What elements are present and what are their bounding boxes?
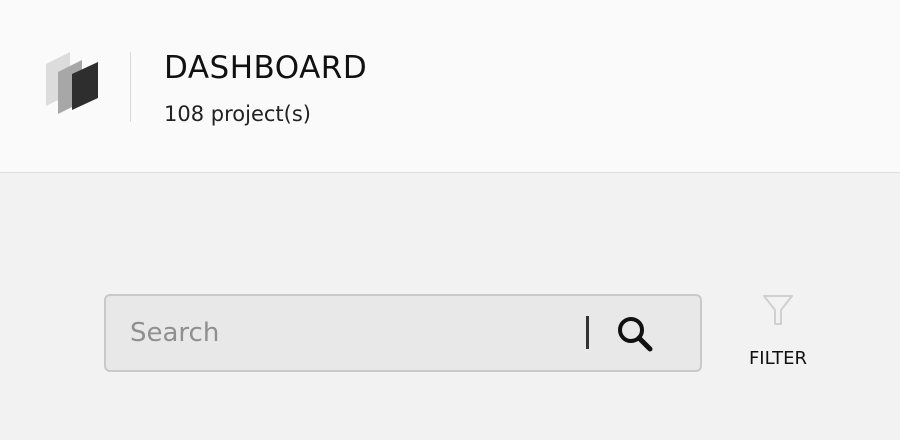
header-divider bbox=[130, 52, 131, 122]
search-icon bbox=[618, 317, 653, 352]
project-count: 108 project(s) bbox=[164, 102, 311, 126]
app-header: DASHBOARD 108 project(s) bbox=[0, 0, 900, 173]
search-button[interactable] bbox=[614, 314, 656, 356]
filter-label: FILTER bbox=[748, 348, 808, 369]
search-box[interactable] bbox=[104, 294, 702, 372]
stacked-layers-logo-icon bbox=[44, 50, 102, 114]
text-cursor bbox=[586, 316, 589, 349]
search-input[interactable] bbox=[130, 310, 570, 356]
page-title: DASHBOARD bbox=[164, 50, 368, 86]
funnel-icon bbox=[760, 292, 796, 328]
filter-button[interactable]: FILTER bbox=[738, 292, 818, 372]
